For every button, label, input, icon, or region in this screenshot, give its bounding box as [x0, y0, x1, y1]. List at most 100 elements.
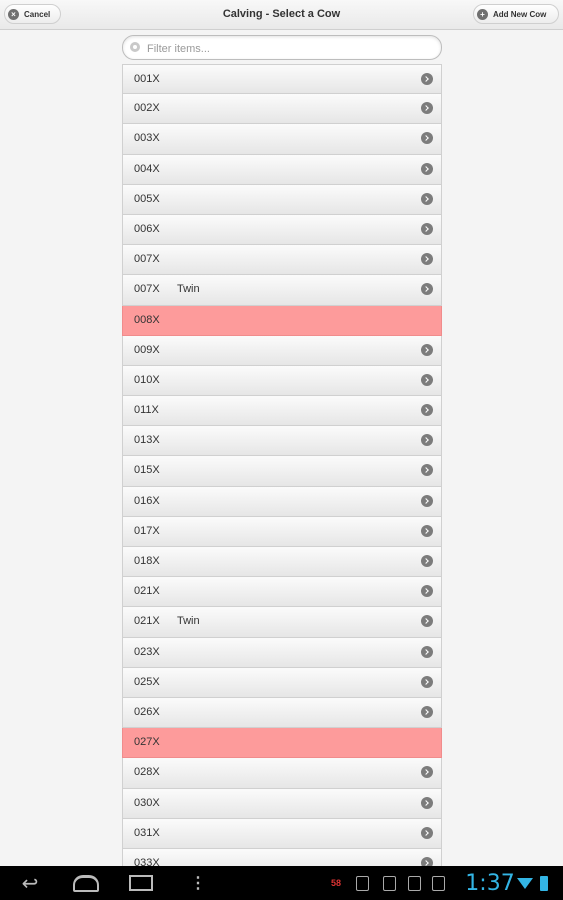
filter-box[interactable] [122, 35, 442, 60]
cow-id: 007X [134, 253, 160, 266]
list-item[interactable]: 031X [122, 818, 442, 849]
chevron-right-icon [421, 524, 433, 537]
search-icon [130, 42, 140, 52]
cow-id: 023X [134, 645, 160, 658]
chevron-right-icon [421, 675, 433, 688]
filter-input[interactable] [145, 38, 439, 59]
cow-id: 002X [134, 102, 160, 115]
list-item[interactable]: 006X [122, 214, 442, 246]
cow-id: 028X [134, 766, 160, 779]
list-item[interactable]: 003X [122, 124, 442, 155]
cow-id: 030X [134, 796, 160, 809]
chevron-right-icon [421, 555, 433, 567]
list-item[interactable]: 018X [122, 547, 442, 578]
chevron-right-icon [421, 434, 433, 447]
chevron-right-icon [421, 283, 433, 296]
recent-apps-icon[interactable] [127, 866, 155, 900]
chevron-right-icon [421, 102, 433, 115]
list-item[interactable]: 017X [122, 516, 442, 547]
cow-id: 033X [134, 856, 160, 866]
cow-id: 009X [134, 343, 160, 356]
cow-id: 001X [134, 73, 160, 85]
chevron-right-icon [421, 73, 433, 85]
list-item[interactable]: 028X [122, 758, 442, 789]
list-item[interactable]: 021X Twin [122, 607, 442, 638]
notification-badge[interactable]: 58 [326, 866, 346, 900]
chevron-right-icon [421, 132, 433, 145]
chevron-right-icon [421, 645, 433, 658]
cow-id: 011X [134, 404, 159, 417]
list-item[interactable]: 005X [122, 184, 442, 215]
cow-id: 021X [134, 615, 160, 628]
cow-id: 013X [134, 434, 160, 447]
list-item[interactable]: 007X [122, 245, 442, 276]
list-item[interactable]: 015X [122, 456, 442, 487]
menu-icon[interactable]: ⋮ [190, 866, 206, 900]
wifi-icon [517, 866, 533, 900]
clipboard-icon[interactable] [430, 866, 446, 900]
cow-id: 005X [134, 192, 160, 205]
list-item[interactable]: 007X Twin [122, 275, 442, 306]
chevron-right-icon [421, 494, 433, 507]
plus-icon: + [477, 8, 488, 20]
clock[interactable]: 1:37 [460, 866, 520, 900]
list-item[interactable]: 026X [122, 697, 442, 729]
list-item[interactable]: 008X [122, 305, 442, 336]
cow-id: 017X [134, 524, 160, 537]
cow-id: 010X [134, 373, 160, 386]
back-icon[interactable]: ↩ [16, 866, 44, 900]
list-item[interactable]: 016X [122, 486, 442, 517]
chevron-right-icon [421, 796, 433, 809]
cow-id: 025X [134, 675, 160, 688]
chevron-right-icon [421, 373, 433, 386]
notification-icon[interactable] [354, 866, 370, 900]
cow-id: 031X [134, 826, 160, 839]
chevron-right-icon [421, 253, 433, 266]
chevron-right-icon [421, 826, 433, 839]
chevron-right-icon [421, 705, 433, 718]
cow-id: 021X [134, 585, 160, 598]
list-item[interactable]: 010X [122, 365, 442, 397]
cow-id: 006X [134, 222, 160, 235]
list-item[interactable]: 002X [122, 94, 442, 125]
chevron-right-icon [421, 404, 433, 417]
add-new-cow-button[interactable]: + Add New Cow [473, 4, 559, 24]
chevron-right-icon [421, 615, 433, 628]
cow-id: 018X [134, 555, 160, 567]
list-item[interactable]: 004X [122, 154, 442, 185]
cancel-button[interactable]: × Cancel [4, 4, 61, 24]
list-item[interactable]: 013X [122, 426, 442, 457]
chevron-right-icon [421, 464, 433, 477]
calving-app: Calving - Select a Cow × Cancel + Add Ne… [0, 0, 563, 900]
list-item[interactable]: 025X [122, 667, 442, 698]
list-item[interactable]: 030X [122, 788, 442, 819]
chevron-right-icon [421, 222, 433, 235]
cow-id: 027X [134, 736, 160, 749]
cancel-label: Cancel [24, 9, 51, 19]
list-item[interactable]: 009X [122, 335, 442, 366]
chevron-right-icon [421, 766, 433, 779]
list-item[interactable]: 011X [122, 396, 442, 427]
cow-id: 016X [134, 494, 160, 507]
cow-id: 015X [134, 464, 160, 477]
cow-id: 026X [134, 705, 160, 718]
chevron-right-icon [421, 585, 433, 598]
list-item[interactable]: 027X [122, 728, 442, 759]
battery-icon [539, 866, 549, 900]
chevron-right-icon [421, 856, 433, 866]
chevron-right-icon [421, 162, 433, 175]
chevron-right-icon [421, 192, 433, 205]
sd-card-icon[interactable] [381, 866, 397, 900]
cow-id: 003X [134, 132, 160, 145]
home-icon[interactable] [72, 866, 100, 900]
cow-note: Twin [177, 615, 200, 628]
system-bar: ↩ ⋮ 58 1:37 [0, 866, 563, 900]
list-item[interactable]: 021X [122, 577, 442, 608]
header-bar: Calving - Select a Cow × Cancel + Add Ne… [0, 0, 563, 30]
list-item[interactable]: 001X [122, 64, 442, 95]
list-item[interactable]: 033X [122, 848, 442, 866]
list-item[interactable]: 023X [122, 637, 442, 668]
cow-note: Twin [177, 283, 200, 296]
cow-list: 001X 002X 003X 004X 005X 006X 007X 007X Twin 008X… [122, 64, 442, 866]
image-icon[interactable] [406, 866, 422, 900]
